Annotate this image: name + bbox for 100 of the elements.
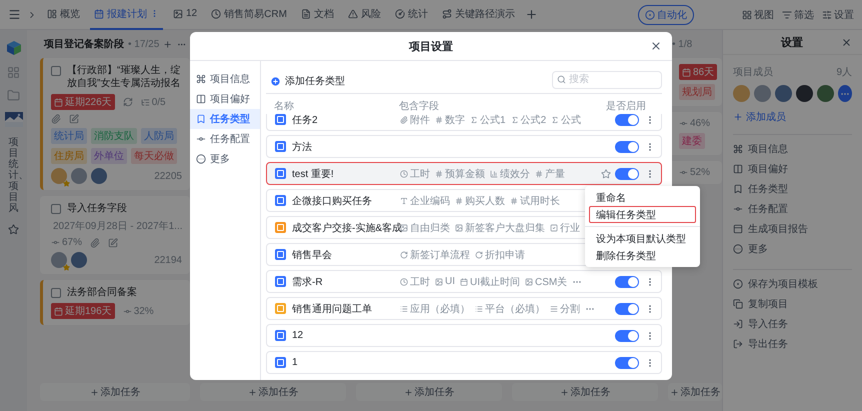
field-label: 分割	[550, 302, 580, 316]
close-button[interactable]	[650, 40, 662, 52]
settings-nav-item[interactable]: 更多	[190, 149, 260, 169]
close-icon[interactable]	[841, 36, 852, 48]
toggle-switch[interactable]	[615, 356, 639, 368]
circle-arrow-icon	[475, 250, 483, 258]
settings-item[interactable]: 项目信息	[733, 139, 852, 159]
logo-icon[interactable]	[6, 40, 22, 56]
tab[interactable]: 报建计划	[90, 0, 163, 30]
task-type-row[interactable]: 方法	[266, 135, 662, 158]
toolbar-button[interactable]: 设置	[822, 8, 854, 22]
star-icon[interactable]	[8, 224, 19, 235]
more-icon	[196, 154, 206, 164]
toggle-switch[interactable]	[615, 114, 639, 126]
report-icon	[733, 224, 743, 234]
settings-item[interactable]: 导入任务	[733, 314, 852, 334]
target-icon	[733, 279, 743, 289]
toggle-switch[interactable]	[615, 140, 639, 152]
task-type-name: 1	[292, 357, 299, 368]
settings-item[interactable]: 任务配置	[733, 199, 852, 219]
checkbox[interactable]	[51, 66, 61, 76]
more-members-button[interactable]	[838, 85, 852, 102]
plus-icon	[670, 388, 678, 396]
add-tab-button[interactable]	[524, 8, 538, 21]
task-type-row[interactable]: 任务2 附件 数字 公式1 公式2 公式	[266, 114, 662, 131]
tab[interactable]: 文档	[296, 0, 338, 30]
task-type-row[interactable]: 12	[266, 324, 662, 347]
field-label: 购买人数	[455, 194, 505, 208]
toggle-switch[interactable]	[615, 330, 639, 342]
task-type-row[interactable]: test 重要! 工时 预算金额 绩效分 产量	[266, 162, 662, 185]
add-type-button[interactable]: 添加任务类型	[270, 74, 345, 88]
settings-nav-item[interactable]: 任务类型	[190, 109, 260, 129]
task-type-name: 企微接口购买任务	[292, 194, 373, 208]
sliders-icon	[822, 10, 832, 20]
add-task-button[interactable]: 添加任务	[668, 383, 722, 401]
settings-item[interactable]: 任务类型	[733, 179, 852, 199]
milestone-icon	[679, 168, 688, 177]
settings-nav-item[interactable]: 项目偏好	[190, 89, 260, 109]
task-card[interactable]: 导入任务字段 2027年09月28日 - 2027年1... 67% 22194	[40, 196, 190, 274]
tab[interactable]: 风险	[344, 0, 385, 30]
field-label: 附件	[400, 114, 430, 126]
checkbox[interactable]	[51, 204, 61, 214]
gauge-icon	[394, 8, 405, 18]
toolbar-button[interactable]: 视图	[742, 8, 774, 22]
tab[interactable]: 概览	[43, 0, 84, 30]
search-field[interactable]: 搜索	[552, 70, 662, 88]
date-range: 2027年09月28日 - 2027年1...	[52, 220, 182, 233]
add-task-button[interactable]: 添加任务	[356, 383, 502, 401]
tab[interactable]: 关键路径演示	[438, 0, 519, 30]
settings-item[interactable]: 更多	[733, 239, 852, 259]
tab[interactable]: 统计	[390, 0, 432, 30]
tab[interactable]: 12	[169, 0, 202, 30]
settings-item[interactable]: 项目偏好	[733, 159, 852, 179]
tab[interactable]: 销售简易CRM	[207, 0, 291, 30]
automation-button[interactable]: 自动化	[638, 4, 694, 24]
settings-item[interactable]: 复制项目	[733, 294, 852, 314]
import-icon	[733, 319, 743, 329]
toggle-switch[interactable]	[615, 302, 639, 314]
search-icon	[557, 74, 566, 84]
settings-item[interactable]: 生成项目报告	[733, 219, 852, 239]
toggle-switch[interactable]	[615, 168, 639, 180]
image-icon	[435, 278, 443, 286]
settings-nav-item[interactable]: 项目信息	[190, 69, 260, 89]
settings-item[interactable]: 保存为项目模板	[733, 274, 852, 294]
document-icon	[300, 8, 311, 18]
edit-icon[interactable]	[69, 114, 79, 124]
edit-icon[interactable]	[108, 238, 118, 248]
add-member-link[interactable]: 添加成员	[733, 110, 852, 124]
toolbar-button[interactable]: 筛选	[782, 8, 814, 22]
bookmark-icon	[196, 114, 206, 124]
toggle-switch[interactable]	[615, 276, 639, 288]
tag: 规划局	[679, 84, 715, 100]
progress-label: 52%	[679, 167, 710, 178]
plus-icon	[733, 112, 743, 122]
task-type-row[interactable]: 销售通用问题工单 应用（必填） 平台（必填） 分割	[266, 297, 662, 320]
field-label: 新签客户大盘归集	[455, 220, 545, 234]
settings-nav-item[interactable]: 任务配置	[190, 129, 260, 149]
task-card[interactable]: 【行政部】“璀璨人生，绽放自我”女生专属活动报名 延期226天 0/5 统计局 消防支队 人防局 住房局 外单位 每天必做 22205	[40, 58, 190, 190]
task-type-name: 需求-R	[292, 276, 324, 288]
plus-icon[interactable]	[163, 38, 173, 50]
menu-item[interactable]: 编辑任务类型	[589, 206, 696, 223]
grid-icon	[742, 10, 752, 20]
checkbox-icon	[550, 224, 558, 232]
layout-icon	[47, 8, 57, 18]
add-task-button[interactable]: 添加任务	[200, 383, 346, 401]
field-label: 应用（必填）	[400, 302, 470, 316]
checkbox[interactable]	[51, 288, 61, 298]
task-card[interactable]: 法务部合同备案 延期196天 32%	[40, 280, 190, 325]
task-type-row[interactable]: 1	[266, 351, 662, 374]
task-type-row[interactable]: 需求-R 工时 UI UI截止时间 CSM关	[266, 270, 662, 293]
image-icon	[455, 224, 463, 232]
field-label: 预算金额	[435, 166, 485, 180]
star-icon[interactable]	[601, 168, 611, 178]
add-task-button[interactable]: 添加任务	[512, 383, 658, 401]
hash-icon	[435, 170, 443, 178]
settings-item[interactable]: 导出任务	[733, 334, 852, 354]
field-label: 工时	[400, 274, 430, 288]
menu-button[interactable]	[8, 8, 21, 21]
field-label: 企业编码	[400, 194, 450, 208]
add-task-button[interactable]: 添加任务	[40, 383, 190, 401]
